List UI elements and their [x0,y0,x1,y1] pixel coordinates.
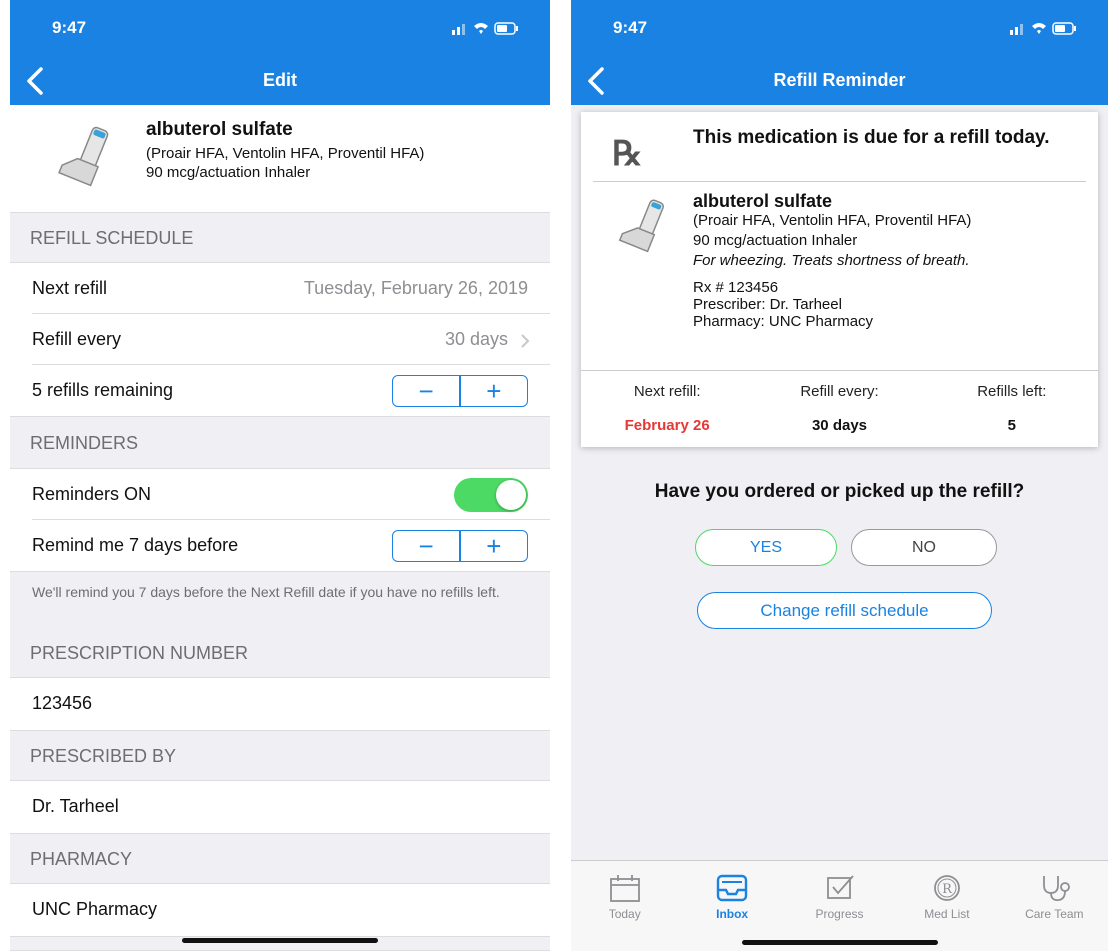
medication-name: albuterol sulfate [146,119,293,140]
tab-progress[interactable]: Progress [786,861,893,951]
next-refill-summary: Next refill: February 26 [581,383,753,434]
rx-icon: ℞ [612,134,643,174]
reminders-toggle[interactable] [454,478,528,512]
medication-dose: 90 mcg/actuation Inhaler [146,164,311,181]
home-indicator [741,940,938,945]
reminders-on-row: Reminders ON [10,469,550,520]
section-pharmacy: PHARMACY [10,833,550,884]
status-bar: 9:47 [10,0,550,57]
next-refill-row[interactable]: Next refill Tuesday, February 26, 2019 [10,263,550,314]
prescriber: Prescriber: Dr. Tarheel [693,296,842,313]
next-refill-label: Next refill: [633,383,701,400]
refills-remaining-row: 5 refills remaining − + [10,365,550,416]
refill-every-summary: Refill every: 30 days [753,383,925,434]
inhaler-icon [618,199,664,253]
tab-label: Inbox [716,907,749,921]
edit-screen: 9:47 Edit albuterol sulfate (Proair HFA,… [10,0,550,951]
refills-stepper: − + [392,375,528,407]
prescription-number-row[interactable]: 123456 [10,678,550,730]
refills-left-value: 5 [1007,417,1016,434]
increment-button[interactable]: + [461,376,527,406]
refills-remaining-label: 5 refills remaining [32,380,174,400]
next-refill-value: Tuesday, February 26, 2019 [303,278,528,298]
section-prescribed-by: PRESCRIBED BY [10,730,550,781]
refill-question: Have you ordered or picked up the refill… [654,481,1025,502]
tab-today[interactable]: Today [571,861,678,951]
pharmacy-value: UNC Pharmacy [32,899,158,919]
refills-left-summary: Refills left: 5 [926,383,1098,434]
medication-header: albuterol sulfate (Proair HFA, Ventolin … [10,105,550,212]
prescribed-by-value: Dr. Tarheel [32,796,119,816]
tab-care-team[interactable]: Care Team [1001,861,1108,951]
refill-every-value: 30 days [444,329,508,349]
nav-bar: Edit [10,57,550,105]
divider [581,370,1098,371]
medication-brands: (Proair HFA, Ventolin HFA, Proventil HFA… [146,145,425,162]
refill-card: ℞ This medication is due for a refill to… [581,112,1098,447]
remind-days-row: Remind me 7 days before − + [10,520,550,571]
chevron-right-icon [521,334,530,348]
remind-days-stepper: − + [392,530,528,562]
toggle-knob [496,480,526,510]
checkbox-icon [826,875,854,899]
next-refill-label: Next refill [32,278,108,298]
status-time: 9:47 [613,18,648,37]
tab-bar: Today Inbox Progress R Med List Care Tea… [571,860,1108,951]
home-indicator [182,938,378,943]
refill-every-label: Refill every [32,329,122,349]
no-button[interactable]: NO [851,529,997,566]
tab-inbox[interactable]: Inbox [678,861,785,951]
pharmacy-row[interactable]: UNC Pharmacy [10,884,550,936]
reminder-footnote: We'll remind you 7 days before the Next … [10,571,550,628]
tab-label: Progress [815,907,864,921]
pharmacy: Pharmacy: UNC Pharmacy [693,313,874,330]
stethoscope-icon [1043,876,1071,902]
tab-label: Care Team [1025,907,1084,921]
medication-name: albuterol sulfate [693,191,833,211]
medication-dose: 90 mcg/actuation Inhaler [693,232,858,249]
section-reminders: REMINDERS [10,416,550,469]
change-refill-schedule-button[interactable]: Change refill schedule [697,592,992,629]
status-time: 9:47 [52,18,87,37]
section-prescription-number: PRESCRIPTION NUMBER [10,628,550,678]
tab-label: Med List [924,907,970,921]
page-title: Edit [263,70,297,90]
refill-every-value: 30 days [811,417,868,434]
inbox-icon [716,874,748,902]
due-message: This medication is due for a refill toda… [693,127,1050,148]
decrement-button[interactable]: − [393,531,459,561]
status-icons [452,22,518,35]
refill-every-row[interactable]: Refill every 30 days [10,314,550,365]
yes-button[interactable]: YES [695,529,837,566]
svg-text:R: R [942,882,953,897]
prescribed-by-row[interactable]: Dr. Tarheel [10,781,550,833]
remind-days-label: Remind me 7 days before [32,535,239,555]
nav-bar: Refill Reminder [571,57,1108,105]
medication-brands: (Proair HFA, Ventolin HFA, Proventil HFA… [693,212,972,229]
refill-summary: Next refill: February 26 Refill every: 3… [581,383,1098,434]
refill-reminder-screen: 9:47 Refill Reminder ℞ This medication i… [571,0,1108,951]
page-title: Refill Reminder [773,70,906,90]
medication-purpose: For wheezing. Treats shortness of breath… [693,252,970,269]
calendar-icon [609,875,640,902]
tab-med-list[interactable]: R Med List [893,861,1000,951]
prescription-number-value: 123456 [32,693,93,713]
rx-circle-icon: R [934,875,960,901]
refill-every-label: Refill every: [800,383,879,400]
refills-left-label: Refills left: [977,383,1047,400]
status-bar: 9:47 [571,0,1108,57]
rx-number: Rx # 123456 [693,279,779,296]
status-icons [1010,22,1076,35]
decrement-button[interactable]: − [393,376,459,406]
divider [593,181,1086,182]
tab-label: Today [608,907,641,921]
medication-details: albuterol sulfate (Proair HFA, Ventolin … [693,191,971,330]
next-refill-value: February 26 [624,417,710,434]
inhaler-icon [58,126,109,187]
section-refill-schedule: REFILL SCHEDULE [10,212,550,263]
reminders-on-label: Reminders ON [32,484,152,504]
increment-button[interactable]: + [461,531,527,561]
